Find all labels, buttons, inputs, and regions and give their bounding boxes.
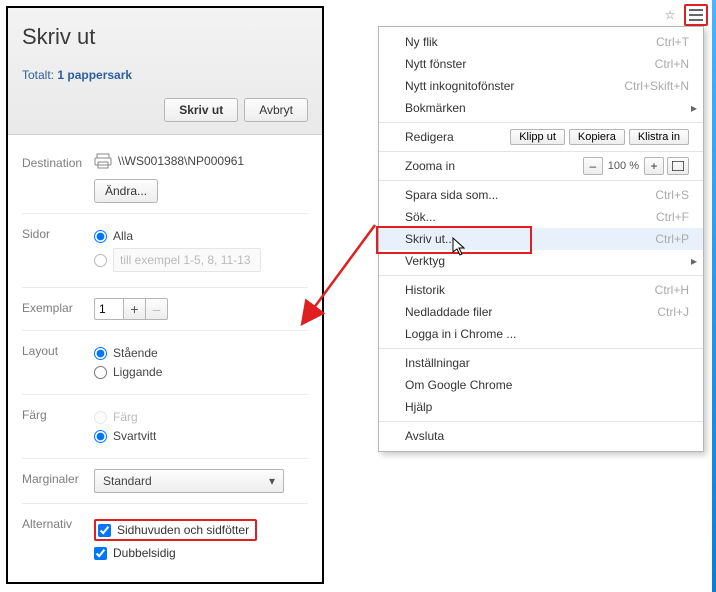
color-bw-label: Svartvitt	[113, 429, 156, 443]
menu-zoom: Zooma in – 100 % +	[379, 155, 703, 177]
margins-value: Standard	[103, 474, 152, 488]
cancel-button[interactable]: Avbryt	[244, 98, 308, 122]
print-dialog-header: Skriv ut Totalt: 1 pappersark Skriv ut A…	[8, 8, 322, 135]
menu-separator	[379, 275, 703, 276]
menu-history[interactable]: HistorikCtrl+H	[379, 279, 703, 301]
menu-separator	[379, 122, 703, 123]
copies-increase-button[interactable]: +	[124, 298, 146, 320]
edit-paste-button[interactable]: Klistra in	[629, 129, 689, 145]
menu-print[interactable]: Skriv ut...Ctrl+P	[379, 228, 703, 250]
duplex-checkbox[interactable]	[94, 547, 107, 560]
menu-separator	[379, 151, 703, 152]
fullscreen-button[interactable]	[667, 157, 689, 175]
pages-all-label: Alla	[113, 229, 133, 243]
pages-custom-radio[interactable]	[94, 254, 107, 267]
menu-about[interactable]: Om Google Chrome	[379, 374, 703, 396]
print-dialog-title: Skriv ut	[22, 24, 308, 50]
menu-exit[interactable]: Avsluta	[379, 425, 703, 447]
menu-bookmarks[interactable]: Bokmärken▸	[379, 97, 703, 119]
bookmark-star-icon[interactable]: ☆	[658, 4, 682, 26]
headers-footers-checkbox[interactable]	[98, 524, 111, 537]
duplex-label: Dubbelsidig	[113, 546, 176, 560]
menu-separator	[379, 421, 703, 422]
change-destination-button[interactable]: Ändra...	[94, 179, 158, 203]
zoom-value: 100 %	[606, 160, 641, 172]
window-right-edge	[712, 0, 716, 592]
color-color-label: Färg	[113, 410, 138, 424]
color-label: Färg	[22, 405, 94, 422]
menu-new-window[interactable]: Nytt fönsterCtrl+N	[379, 53, 703, 75]
print-total-line: Totalt: 1 pappersark	[22, 68, 308, 82]
print-dialog: Skriv ut Totalt: 1 pappersark Skriv ut A…	[6, 6, 324, 584]
layout-label: Layout	[22, 341, 94, 358]
chrome-menu-button[interactable]	[684, 4, 708, 26]
pages-all-radio[interactable]	[94, 230, 107, 243]
menu-save-as[interactable]: Spara sida som...Ctrl+S	[379, 184, 703, 206]
headers-footers-highlight: Sidhuvuden och sidfötter	[94, 519, 257, 541]
printer-icon	[94, 153, 112, 169]
pages-custom-input[interactable]	[113, 248, 261, 272]
layout-portrait-label: Stående	[113, 346, 158, 360]
destination-value: \\WS001388\NP000961	[118, 154, 244, 168]
copies-row: Exemplar + –	[22, 288, 308, 331]
color-color-radio[interactable]	[94, 411, 107, 424]
layout-row: Layout Stående Liggande	[22, 331, 308, 395]
menu-new-tab[interactable]: Ny flikCtrl+T	[379, 31, 703, 53]
submenu-arrow-icon: ▸	[691, 101, 697, 115]
menu-tools[interactable]: Verktyg▸	[379, 250, 703, 272]
copies-decrease-button[interactable]: –	[146, 298, 168, 320]
menu-settings[interactable]: Inställningar	[379, 352, 703, 374]
print-button[interactable]: Skriv ut	[164, 98, 238, 122]
hamburger-icon	[689, 9, 703, 21]
zoom-in-button[interactable]: +	[644, 157, 664, 175]
edit-cut-button[interactable]: Klipp ut	[510, 129, 565, 145]
layout-portrait-radio[interactable]	[94, 347, 107, 360]
pages-label: Sidor	[22, 224, 94, 241]
destination-label: Destination	[22, 153, 94, 170]
chrome-main-menu: Ny flikCtrl+T Nytt fönsterCtrl+N Nytt in…	[378, 26, 704, 452]
menu-help[interactable]: Hjälp	[379, 396, 703, 418]
color-row: Färg Färg Svartvitt	[22, 395, 308, 459]
fullscreen-icon	[672, 161, 684, 171]
copies-input[interactable]	[94, 298, 124, 320]
menu-downloads[interactable]: Nedladdade filerCtrl+J	[379, 301, 703, 323]
options-label: Alternativ	[22, 514, 94, 531]
menu-new-incognito[interactable]: Nytt inkognitofönsterCtrl+Skift+N	[379, 75, 703, 97]
menu-edit: Redigera Klipp ut Kopiera Klistra in	[379, 126, 703, 148]
menu-separator	[379, 180, 703, 181]
margins-label: Marginaler	[22, 469, 94, 486]
zoom-out-button[interactable]: –	[583, 157, 603, 175]
menu-find[interactable]: Sök...Ctrl+F	[379, 206, 703, 228]
copies-label: Exemplar	[22, 298, 94, 315]
options-row: Alternativ Sidhuvuden och sidfötter Dubb…	[22, 504, 308, 575]
menu-separator	[379, 348, 703, 349]
headers-footers-label: Sidhuvuden och sidfötter	[117, 523, 249, 537]
destination-row: Destination \\WS001388\NP000961 Ändra...	[22, 143, 308, 214]
submenu-arrow-icon: ▸	[691, 254, 697, 268]
pages-row: Sidor Alla	[22, 214, 308, 288]
color-bw-radio[interactable]	[94, 430, 107, 443]
margins-row: Marginaler Standard ▾	[22, 459, 308, 504]
edit-copy-button[interactable]: Kopiera	[569, 129, 625, 145]
layout-landscape-radio[interactable]	[94, 366, 107, 379]
layout-landscape-label: Liggande	[113, 365, 162, 379]
margins-select[interactable]: Standard ▾	[94, 469, 284, 493]
caret-down-icon: ▾	[269, 474, 275, 488]
browser-toolbar-icons: ☆	[658, 4, 708, 26]
menu-signin[interactable]: Logga in i Chrome ...	[379, 323, 703, 345]
